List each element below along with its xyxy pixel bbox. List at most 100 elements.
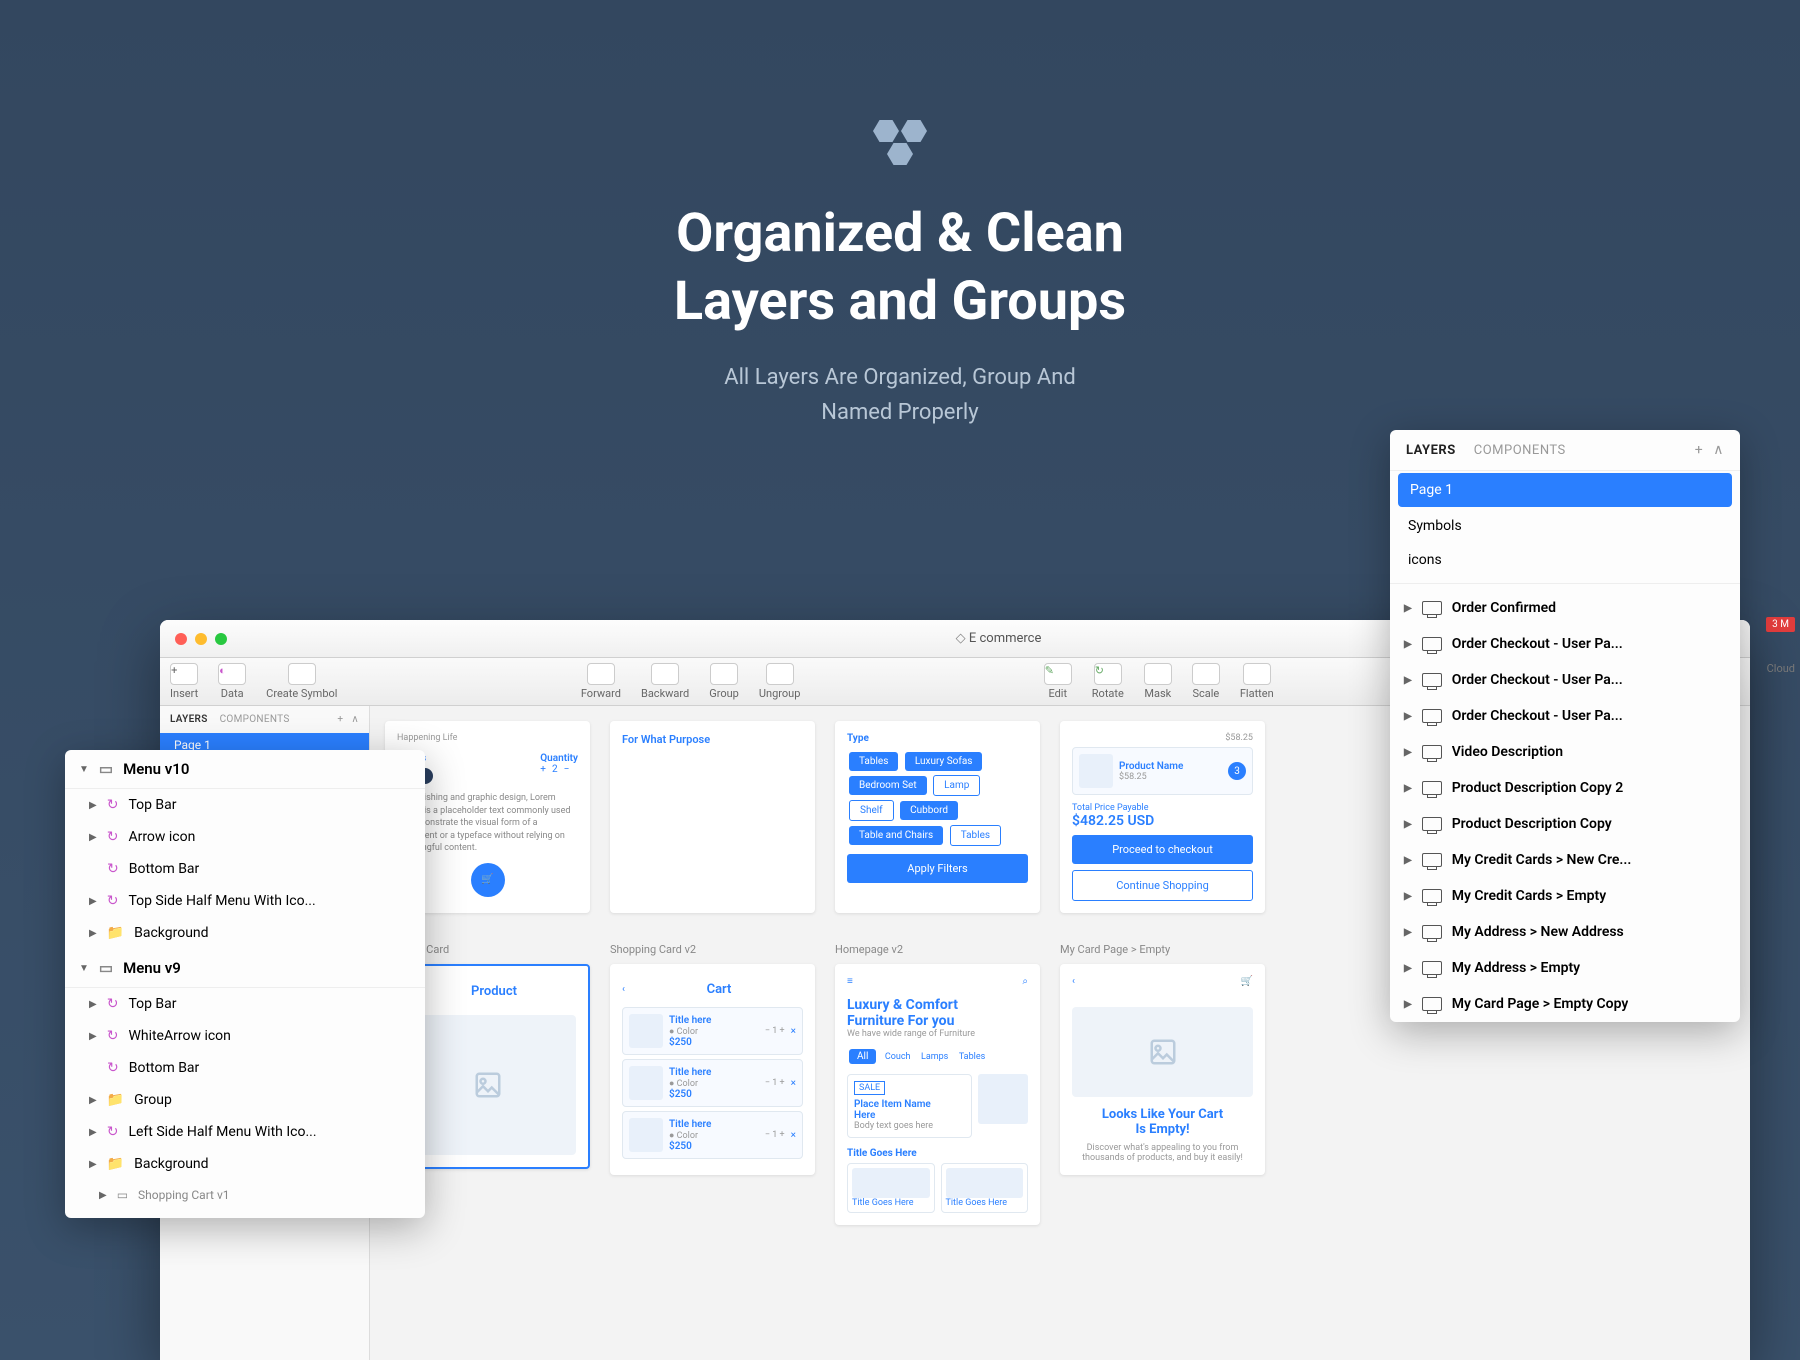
filter-chip[interactable]: Shelf xyxy=(849,800,894,821)
quantity-stepper[interactable]: + 2 − xyxy=(540,764,578,775)
mask-button[interactable]: Mask xyxy=(1144,663,1172,700)
continue-shopping-button[interactable]: Continue Shopping xyxy=(1072,870,1253,901)
insert-button[interactable]: +Insert xyxy=(170,663,198,700)
artboard-row[interactable]: ▶Order Confirmed xyxy=(1390,590,1740,626)
layer-row[interactable]: ↻Bottom Bar xyxy=(65,853,425,885)
scale-button[interactable]: Scale xyxy=(1192,663,1220,700)
minimize-window-button[interactable] xyxy=(195,633,207,645)
artboard[interactable]: For What Purpose xyxy=(610,721,815,913)
subtitle: We have wide range of Furniture xyxy=(847,1029,1028,1039)
group-button[interactable]: Group xyxy=(709,663,739,700)
filter-chip[interactable]: Cubbord xyxy=(900,801,958,820)
back-icon[interactable]: ‹ xyxy=(1072,976,1075,987)
layer-row[interactable]: ▶↻Left Side Half Menu With Ico... xyxy=(65,1116,425,1148)
filter-chip[interactable]: Bedroom Set xyxy=(849,776,927,795)
image-placeholder xyxy=(978,1074,1028,1124)
page-item[interactable]: Page 1 xyxy=(1398,473,1732,507)
layer-row[interactable]: ▶ ▭ Shopping Cart v1 xyxy=(65,1180,425,1210)
collapse-icon[interactable]: ∧ xyxy=(1713,442,1724,458)
search-icon[interactable]: ⌕ xyxy=(1022,976,1028,987)
filter-chip[interactable]: Table and Chairs xyxy=(849,826,943,845)
layer-row[interactable]: ↻Bottom Bar xyxy=(65,1052,425,1084)
layers-panel-left: ▼▭Menu v10 ▶↻Top Bar ▶↻Arrow icon ↻Botto… xyxy=(65,750,425,1218)
artboard-row[interactable]: ▶Product Description Copy 2 xyxy=(1390,770,1740,806)
cloud-label: Cloud xyxy=(1767,662,1795,675)
tab-components[interactable]: COMPONENTS xyxy=(220,714,290,725)
artboard-row[interactable]: ▶My Credit Cards > New Cre... xyxy=(1390,842,1740,878)
tab[interactable]: Lamps xyxy=(921,1052,948,1062)
edit-button[interactable]: ✎Edit xyxy=(1044,663,1072,700)
product-thumb xyxy=(1079,754,1113,788)
cart-fab-button[interactable]: 🛒 xyxy=(471,863,505,897)
artboard-row[interactable]: ▶Order Checkout - User Pa... xyxy=(1390,698,1740,734)
layer-row[interactable]: ▶↻WhiteArrow icon xyxy=(65,1020,425,1052)
filter-chip[interactable]: Tables xyxy=(849,752,898,771)
artboard-row[interactable]: ▶My Card Page > Empty Copy xyxy=(1390,986,1740,1022)
notification-badge: 3 M xyxy=(1766,617,1795,632)
backward-button[interactable]: Backward xyxy=(641,663,689,700)
filter-chip[interactable]: Luxury Sofas xyxy=(905,752,983,771)
collapse-icon[interactable]: ∧ xyxy=(351,714,359,725)
total-price: $482.25 USD xyxy=(1072,813,1253,829)
artboard-label: Homepage v2 xyxy=(835,943,1040,956)
remove-icon[interactable]: × xyxy=(791,1130,796,1141)
image-placeholder xyxy=(1072,1007,1253,1097)
tab[interactable]: All xyxy=(849,1049,876,1064)
artboard[interactable]: Type Tables Luxury Sofas Bedroom Set Lam… xyxy=(835,721,1040,913)
rotate-button[interactable]: ↻Rotate xyxy=(1092,663,1124,700)
apply-filters-button[interactable]: Apply Filters xyxy=(847,854,1028,883)
layer-group-header[interactable]: ▼▭Menu v9 xyxy=(65,949,425,988)
tab-layers[interactable]: LAYERS xyxy=(1406,443,1456,458)
artboard-row[interactable]: ▶Product Description Copy xyxy=(1390,806,1740,842)
tab-components[interactable]: COMPONENTS xyxy=(1474,443,1566,458)
layer-row[interactable]: ▶📁Group xyxy=(65,1084,425,1116)
data-button[interactable]: ◐Data xyxy=(218,663,246,700)
artboard-row[interactable]: ▶Order Checkout - User Pa... xyxy=(1390,662,1740,698)
label: Total Price Payable xyxy=(1072,803,1253,813)
layer-row[interactable]: ▶↻Top Side Half Menu With Ico... xyxy=(65,885,425,917)
artboard-row[interactable]: ▶My Address > Empty xyxy=(1390,950,1740,986)
add-page-icon[interactable]: + xyxy=(337,714,343,725)
label: Type xyxy=(847,733,1028,744)
hero-title: Organized & CleanLayers and Groups xyxy=(0,200,1800,335)
remove-icon[interactable]: × xyxy=(791,1078,796,1089)
artboard-row[interactable]: ▶Order Checkout - User Pa... xyxy=(1390,626,1740,662)
artboard[interactable]: ≡⌕ Luxury & ComfortFurniture For you We … xyxy=(835,964,1040,1225)
artboard-row[interactable]: ▶Video Description xyxy=(1390,734,1740,770)
remove-icon[interactable]: × xyxy=(791,1026,796,1037)
ungroup-button[interactable]: Ungroup xyxy=(759,663,801,700)
layer-row[interactable]: ▶↻Top Bar xyxy=(65,988,425,1020)
tab-layers[interactable]: LAYERS xyxy=(170,714,208,725)
artboard-row[interactable]: ▶My Address > New Address xyxy=(1390,914,1740,950)
artboard[interactable]: $58.25 Product Name $58.25 3 Total Price… xyxy=(1060,721,1265,913)
create-symbol-button[interactable]: Create Symbol xyxy=(266,663,337,700)
hex-cluster-icon xyxy=(870,120,930,170)
add-page-icon[interactable]: + xyxy=(1695,442,1703,458)
proceed-checkout-button[interactable]: Proceed to checkout xyxy=(1072,835,1253,864)
layer-row[interactable]: ▶↻Top Bar xyxy=(65,789,425,821)
page-item[interactable]: icons xyxy=(1390,543,1740,577)
filter-chip[interactable]: Tables xyxy=(950,825,1001,846)
back-icon[interactable]: ‹ xyxy=(622,984,625,995)
menu-icon[interactable]: ≡ xyxy=(847,976,853,987)
tab[interactable]: Tables xyxy=(959,1052,985,1062)
forward-button[interactable]: Forward xyxy=(581,663,621,700)
price: $58.25 xyxy=(1119,772,1222,782)
artboard[interactable]: ‹Cart Title here● Color$250− 1 +× Title … xyxy=(610,964,815,1175)
layer-row[interactable]: ▶📁Background xyxy=(65,917,425,949)
price: $58.25 xyxy=(1072,733,1253,743)
layer-row[interactable]: ▶↻Arrow icon xyxy=(65,821,425,853)
artboard[interactable]: ‹🛒 Looks Like Your CartIs Empty! Discove… xyxy=(1060,964,1265,1175)
tab[interactable]: Couch xyxy=(885,1052,911,1062)
qty-badge: 3 xyxy=(1228,762,1246,780)
cart-icon[interactable]: 🛒 xyxy=(1241,976,1253,987)
flatten-button[interactable]: Flatten xyxy=(1240,663,1274,700)
close-window-button[interactable] xyxy=(175,633,187,645)
artboard-row[interactable]: ▶My Credit Cards > Empty xyxy=(1390,878,1740,914)
layer-group-header[interactable]: ▼▭Menu v10 xyxy=(65,750,425,789)
layer-row[interactable]: ▶📁Background xyxy=(65,1148,425,1180)
filter-chip[interactable]: Lamp xyxy=(933,775,980,796)
artboard-label: Shopping Card v2 xyxy=(610,943,815,956)
page-item[interactable]: Symbols xyxy=(1390,509,1740,543)
maximize-window-button[interactable] xyxy=(215,633,227,645)
